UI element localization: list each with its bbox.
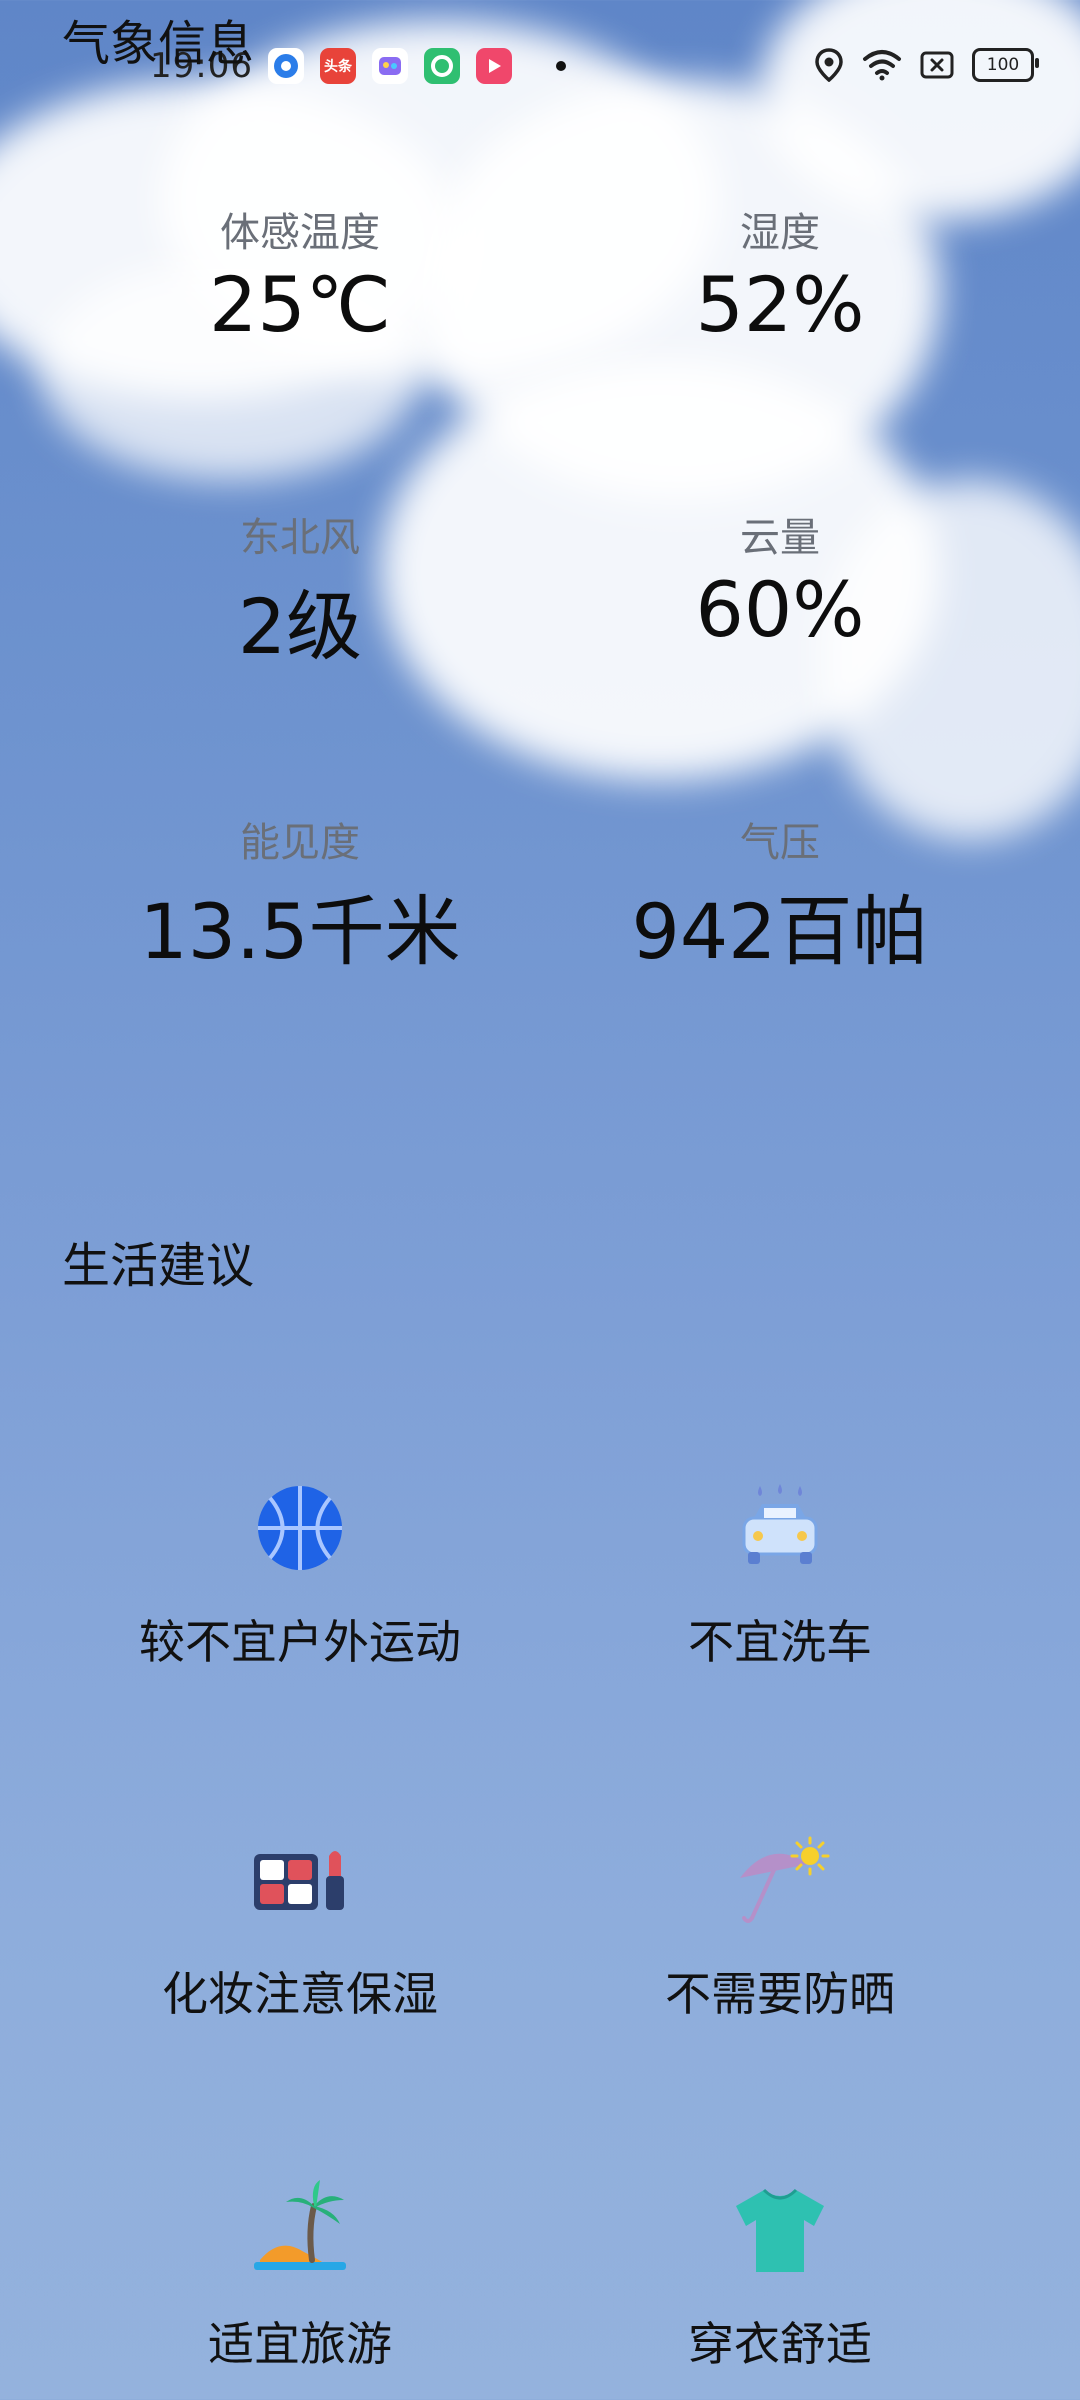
makeup-icon	[254, 1851, 344, 1910]
metric-feels-like: 体感温度 25℃	[90, 200, 510, 349]
metric-value: 25℃	[208, 260, 392, 349]
toutiao-app-icon: 头条	[320, 48, 356, 84]
tip-label: 较不宜户外运动	[139, 1615, 461, 1669]
life-tips-title: 生活建议	[62, 1238, 255, 1294]
metric-visibility: 能见度 13.5千米	[90, 810, 510, 980]
metric-value: 2级	[237, 582, 363, 671]
tip-car-wash[interactable]: 不宜洗车	[570, 1478, 990, 1672]
wifi-icon	[863, 50, 901, 81]
basketball-icon	[258, 1486, 342, 1570]
tip-sport[interactable]: 较不宜户外运动	[90, 1478, 510, 1672]
metric-humidity: 湿度 52%	[570, 200, 990, 349]
battery-level: 100	[986, 55, 1020, 75]
metric-cloud-cover: 云量 60%	[570, 505, 990, 654]
tip-label: 适宜旅游	[208, 2317, 392, 2371]
tip-clothing[interactable]: 穿衣舒适	[570, 2180, 990, 2374]
tip-label: 不宜洗车	[688, 1615, 872, 1669]
metric-pressure: 气压 942百帕	[570, 810, 990, 980]
taobao-app-icon	[372, 48, 408, 84]
page-title: 气象信息	[62, 16, 255, 72]
sim-card-icon	[920, 51, 954, 79]
metric-label: 湿度	[740, 210, 820, 256]
metric-wind: 东北风 2级	[90, 505, 510, 675]
location-icon	[815, 48, 843, 82]
tip-travel[interactable]: 适宜旅游	[90, 2180, 510, 2374]
metric-label: 体感温度	[220, 210, 380, 256]
browser-app-icon	[268, 48, 304, 84]
video-app-icon	[476, 48, 512, 84]
tshirt-icon	[736, 2188, 824, 2272]
metric-value: 942百帕	[631, 887, 929, 976]
more-notifications-dot	[556, 61, 566, 71]
metric-value: 60%	[695, 565, 865, 654]
metric-label: 东北风	[240, 515, 360, 561]
tip-label: 不需要防晒	[665, 1967, 895, 2021]
metric-value: 52%	[695, 260, 865, 349]
metric-label: 能见度	[240, 820, 360, 866]
tip-label: 化妆注意保湿	[162, 1967, 438, 2021]
status-right: 100	[814, 48, 1039, 82]
island-palm-icon	[254, 2180, 346, 2270]
car-wash-icon	[742, 1484, 818, 1564]
tip-label: 穿衣舒适	[688, 2317, 872, 2371]
metric-label: 云量	[740, 515, 820, 561]
green-app-icon	[424, 48, 460, 84]
tip-sunscreen[interactable]: 不需要防晒	[570, 1830, 990, 2024]
cloud-background	[0, 0, 1080, 2400]
metric-value: 13.5千米	[139, 887, 461, 976]
notification-icons: 头条	[268, 48, 566, 84]
metric-label: 气压	[740, 820, 820, 866]
tip-makeup[interactable]: 化妆注意保湿	[90, 1830, 510, 2024]
battery-indicator: 100	[972, 48, 1039, 82]
umbrella-sun-icon	[740, 1836, 830, 1923]
